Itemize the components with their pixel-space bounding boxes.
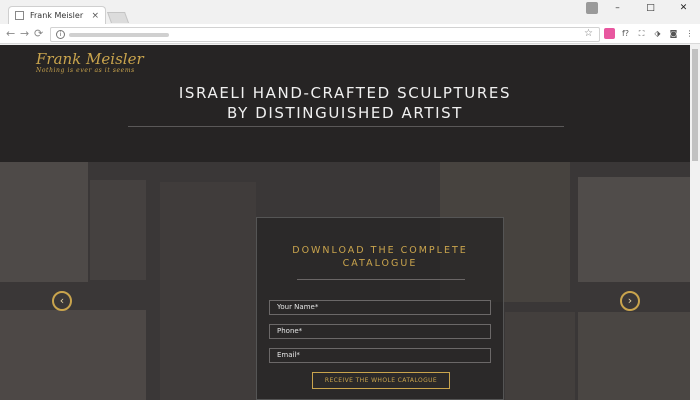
- catalogue-form-panel: DOWNLOAD THE COMPLETE CATALOGUE Your Nam…: [256, 217, 504, 400]
- form-divider: [297, 279, 465, 280]
- address-bar[interactable]: i ☆: [50, 27, 600, 42]
- url-text-redacted: [69, 33, 169, 37]
- window-controls: – □ ✕: [601, 0, 700, 16]
- maximize-button[interactable]: □: [634, 0, 667, 16]
- sculpture-image-scrolls: [0, 310, 146, 400]
- sculpture-image-musician: [90, 180, 146, 280]
- carousel-prev-button[interactable]: ‹: [52, 291, 72, 311]
- browser-toolbar: ← → ⟳ i ☆ f? ⛶ ⬗ ◙ ⋮: [0, 24, 700, 44]
- sculpture-image-ornament: [505, 312, 575, 400]
- page-icon: [15, 11, 24, 20]
- phone-field[interactable]: Phone*: [269, 324, 491, 339]
- page-headline: ISRAELI HAND-CRAFTED SCULPTURES BY DISTI…: [0, 83, 690, 123]
- profile-icon[interactable]: [586, 2, 598, 14]
- page-scrollbar[interactable]: [690, 45, 700, 400]
- crop-icon[interactable]: ⛶: [636, 28, 647, 39]
- headline-divider: [128, 126, 564, 127]
- new-tab-button[interactable]: [106, 12, 130, 23]
- site-info-icon[interactable]: i: [56, 30, 65, 39]
- back-icon[interactable]: ←: [6, 27, 15, 40]
- menu-icon[interactable]: ⋮: [684, 28, 695, 39]
- tag-icon[interactable]: ⬗: [652, 28, 663, 39]
- receive-catalogue-button[interactable]: RECEIVE THE WHOLE CATALOGUE: [312, 372, 450, 389]
- site-tagline: Nothing is ever as it seems: [36, 67, 135, 74]
- tab-title: Frank Meisler: [30, 11, 84, 20]
- sculpture-image-trumpeter: [0, 162, 88, 282]
- web-page: Frank Meisler Nothing is ever as it seem…: [0, 45, 690, 400]
- name-field[interactable]: Your Name*: [269, 300, 491, 315]
- bookmark-star-icon[interactable]: ☆: [584, 28, 593, 39]
- browser-tab[interactable]: Frank Meisler ×: [8, 6, 106, 24]
- form-title-line-1: DOWNLOAD THE COMPLETE: [292, 245, 468, 256]
- reload-icon[interactable]: ⟳: [34, 27, 43, 40]
- font-f-icon[interactable]: f?: [620, 28, 631, 39]
- pink-square-icon[interactable]: [604, 28, 615, 39]
- form-title: DOWNLOAD THE COMPLETE CATALOGUE: [257, 244, 503, 270]
- email-field[interactable]: Email*: [269, 348, 491, 363]
- carousel-next-button[interactable]: ›: [620, 291, 640, 311]
- site-logo[interactable]: Frank Meisler: [36, 50, 144, 68]
- camera-icon[interactable]: ◙: [668, 28, 679, 39]
- sculpture-image-ostrich: [160, 182, 256, 400]
- forward-icon[interactable]: →: [20, 27, 29, 40]
- headline-line-2: BY DISTINGUISHED ARTIST: [227, 104, 463, 122]
- close-tab-icon[interactable]: ×: [91, 11, 99, 21]
- sculpture-image-rhino: [578, 177, 690, 282]
- tab-bar: Frank Meisler × – □ ✕: [0, 0, 700, 24]
- sculpture-image-goblet: [578, 312, 690, 400]
- close-window-button[interactable]: ✕: [667, 0, 700, 16]
- minimize-button[interactable]: –: [601, 0, 634, 16]
- headline-line-1: ISRAELI HAND-CRAFTED SCULPTURES: [178, 84, 512, 102]
- scrollbar-thumb[interactable]: [692, 49, 698, 161]
- form-title-line-2: CATALOGUE: [342, 258, 418, 269]
